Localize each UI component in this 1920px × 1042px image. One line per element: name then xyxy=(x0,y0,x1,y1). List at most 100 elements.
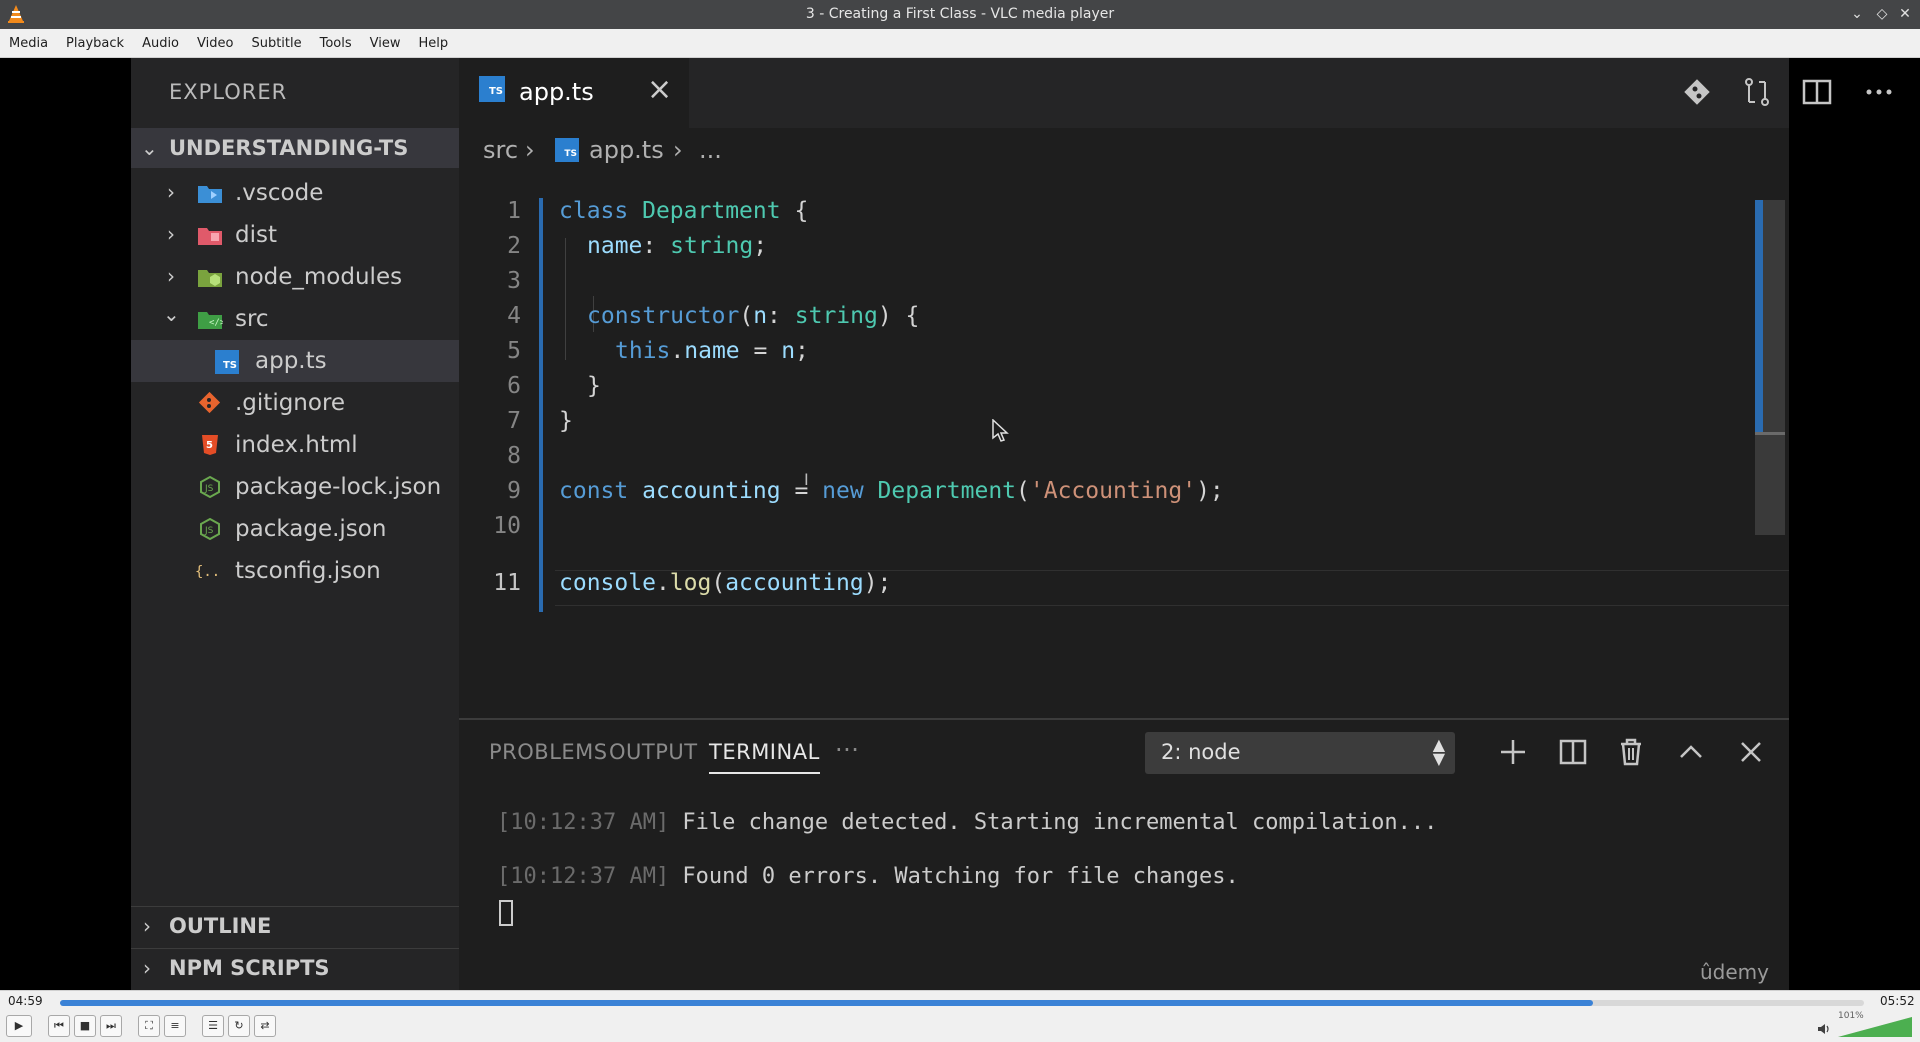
breadcrumb-folder[interactable]: src xyxy=(483,136,518,164)
title-bar: 3 - Creating a First Class - VLC media p… xyxy=(0,0,1920,29)
seek-bar[interactable] xyxy=(60,1000,1864,1006)
code-punct: ); xyxy=(863,570,892,596)
code-line-1: class Department { xyxy=(559,198,808,224)
tree-item-tsconfig-json: {..} tsconfig.json xyxy=(131,550,459,592)
explorer-sidebar: EXPLORER ⌄ UNDERSTANDING-TS › .vscode › … xyxy=(131,58,459,990)
tab-terminal[interactable]: TERMINAL xyxy=(709,740,820,774)
stop-icon[interactable]: ■ xyxy=(74,1015,96,1037)
udemy-watermark: ûdemy xyxy=(1700,960,1769,984)
code-area[interactable]: 1 2 3 4 5 6 7 8 9 10 11 class Department… xyxy=(459,170,1789,612)
chevron-right-icon: › xyxy=(525,136,535,164)
menu-playback[interactable]: Playback xyxy=(57,29,133,58)
outline-label: OUTLINE xyxy=(169,914,272,938)
menu-tools[interactable]: Tools xyxy=(311,29,361,58)
typescript-file-icon: TS xyxy=(555,138,579,162)
player-controls: 04:59 05:52 ▶ ⏮ ■ ⏭ ⛶ ≡ ☰ ↻ ⇄ 101% xyxy=(0,990,1920,1042)
code-punct: ; xyxy=(753,233,768,259)
playlist-icon[interactable]: ☰ xyxy=(202,1015,224,1037)
svg-text:</>: </> xyxy=(209,318,223,328)
tree-label: src xyxy=(235,306,269,332)
chevron-down-icon: ⌄ xyxy=(163,302,180,326)
typescript-file-icon: TS xyxy=(479,76,505,102)
menu-help[interactable]: Help xyxy=(410,29,458,58)
menu-video[interactable]: Video xyxy=(188,29,242,58)
plus-icon[interactable] xyxy=(1495,734,1531,770)
tree-item-vscode: › .vscode xyxy=(131,172,459,214)
code-line-7: } xyxy=(559,408,573,434)
npm-scripts-label: NPM SCRIPTS xyxy=(169,956,330,980)
menu-subtitle[interactable]: Subtitle xyxy=(242,29,310,58)
terminal-timestamp: [10:12:37 AM] xyxy=(497,864,670,889)
menu-media[interactable]: Media xyxy=(0,29,57,58)
code-class-name: Department xyxy=(877,478,1017,504)
chevron-up-icon[interactable] xyxy=(1673,734,1709,770)
loop-icon[interactable]: ↻ xyxy=(228,1015,250,1037)
tree-item-gitignore: .gitignore xyxy=(131,382,459,424)
code-variable: console xyxy=(559,570,656,596)
chevron-right-icon: › xyxy=(673,136,683,164)
more-actions-icon[interactable] xyxy=(1861,74,1897,110)
speaker-icon[interactable] xyxy=(1816,1021,1832,1037)
menu-bar: Media Playback Audio Video Subtitle Tools View… xyxy=(0,29,1920,58)
split-editor-icon[interactable] xyxy=(1799,74,1835,110)
menu-view[interactable]: View xyxy=(361,29,410,58)
tab-app-ts[interactable]: TS app.ts × xyxy=(459,58,689,128)
video-area[interactable]: EXPLORER ⌄ UNDERSTANDING-TS › .vscode › … xyxy=(0,58,1920,990)
previous-icon[interactable]: ⏮ xyxy=(48,1015,70,1037)
close-panel-icon[interactable] xyxy=(1733,734,1769,770)
html5-icon: 5 xyxy=(202,435,218,455)
play-icon[interactable]: ▶ xyxy=(6,1015,32,1037)
more-tabs-icon[interactable]: ··· xyxy=(835,736,859,764)
code-punct: = xyxy=(739,338,782,364)
maximize-icon[interactable]: ◇ xyxy=(1873,5,1891,23)
tree-item-app-ts[interactable]: TS app.ts xyxy=(131,340,459,382)
split-terminal-icon[interactable] xyxy=(1555,734,1591,770)
elapsed-time: 04:59 xyxy=(8,994,43,1008)
code-param: n xyxy=(753,303,768,329)
npm-scripts-section[interactable]: › NPM SCRIPTS xyxy=(131,948,459,988)
compare-changes-icon[interactable] xyxy=(1739,74,1775,110)
svg-text:JS: JS xyxy=(204,484,214,494)
shuffle-icon[interactable]: ⇄ xyxy=(254,1015,276,1037)
tree-label: .gitignore xyxy=(235,390,346,416)
outline-section[interactable]: › OUTLINE xyxy=(131,906,459,946)
editor-scrollbar[interactable] xyxy=(1755,200,1785,535)
code-keyword: constructor xyxy=(587,303,740,329)
close-window-icon[interactable]: ✕ xyxy=(1896,5,1914,23)
next-icon[interactable]: ⏭ xyxy=(100,1015,122,1037)
chevron-right-icon: › xyxy=(167,264,175,288)
code-punct: ( xyxy=(711,570,726,596)
breadcrumb-file[interactable]: app.ts xyxy=(589,136,664,164)
nodejs-icon: JS xyxy=(200,518,220,540)
code-punct: ( xyxy=(1016,478,1030,504)
tree-item-src: ⌄ </> src xyxy=(131,298,459,340)
code-punct: : xyxy=(642,233,671,259)
fullscreen-icon[interactable]: ⛶ xyxy=(138,1015,160,1037)
terminal-select[interactable]: 2: node ▲ ▼ xyxy=(1145,732,1455,774)
text-cursor-icon: I xyxy=(804,470,809,489)
tab-problems[interactable]: PROBLEMS xyxy=(489,740,608,764)
tab-output[interactable]: OUTPUT xyxy=(609,740,698,764)
close-tab-icon[interactable]: × xyxy=(647,72,672,107)
svg-text:5: 5 xyxy=(206,440,213,451)
code-param: n xyxy=(781,338,796,364)
breadcrumb-more[interactable]: ... xyxy=(699,136,722,164)
line-number: 3 xyxy=(507,268,521,294)
line-number: 4 xyxy=(507,303,521,329)
git-diamond-icon[interactable] xyxy=(1679,74,1715,110)
chevron-right-icon: › xyxy=(167,180,175,204)
total-time: 05:52 xyxy=(1880,994,1915,1008)
modified-lines-gutter xyxy=(539,198,543,612)
code-punct: ); xyxy=(1196,478,1224,504)
scrollbar-thumb[interactable] xyxy=(1755,200,1763,435)
menu-audio[interactable]: Audio xyxy=(133,29,188,58)
trash-icon[interactable] xyxy=(1613,734,1649,770)
nodejs-icon: JS xyxy=(200,476,220,498)
line-number: 10 xyxy=(493,513,521,539)
extended-settings-icon[interactable]: ≡ xyxy=(164,1015,186,1037)
line-number: 7 xyxy=(507,408,521,434)
tree-label: index.html xyxy=(235,432,358,458)
minimize-icon[interactable]: ⌄ xyxy=(1848,5,1866,23)
volume-slider[interactable]: 101% xyxy=(1838,1011,1912,1037)
code-line-9: const accounting = new Department('Accou… xyxy=(559,478,1224,504)
